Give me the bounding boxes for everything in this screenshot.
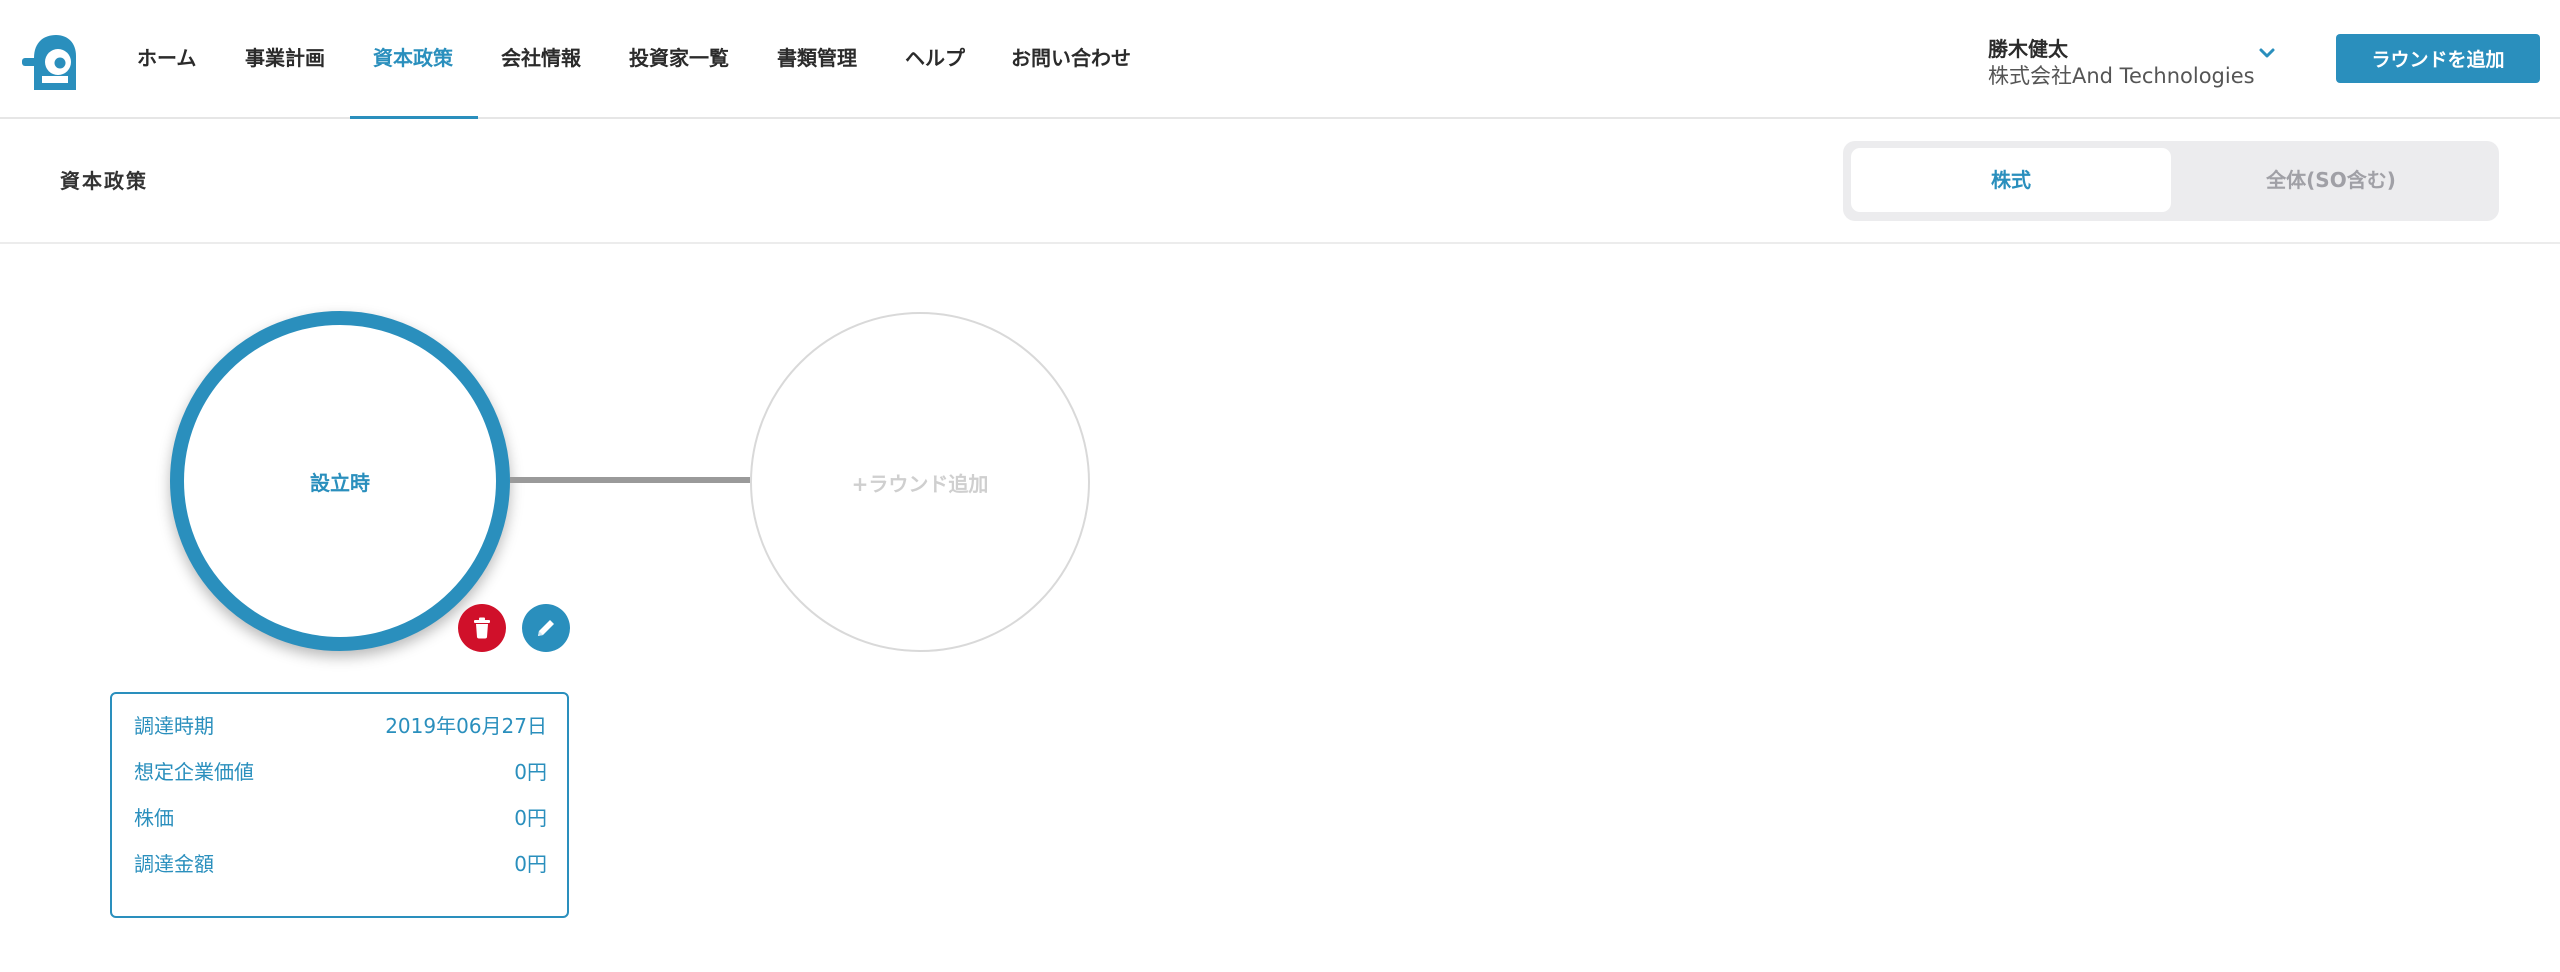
nav-home[interactable]: ホーム	[137, 0, 196, 119]
round-connector	[510, 477, 750, 483]
info-row-funding-date: 調達時期 2019年06月27日	[134, 711, 547, 741]
round-circle-founding[interactable]: 設立時	[170, 311, 510, 651]
pencil-icon	[538, 620, 554, 636]
info-row-funding-amount: 調達金額 0円	[134, 849, 547, 879]
edit-round-button[interactable]	[522, 604, 570, 652]
nav-contact[interactable]: お問い合わせ	[1011, 0, 1131, 119]
info-label: 調達金額	[134, 852, 214, 876]
info-label: 調達時期	[134, 714, 214, 738]
sub-header: 資本政策 株式 全体(SO含む)	[0, 119, 2560, 244]
info-value: 0円	[514, 760, 547, 784]
nav-business-plan[interactable]: 事業計画	[245, 0, 325, 119]
info-label: 想定企業価値	[134, 760, 254, 784]
user-menu[interactable]: 勝木健太 株式会社And Technologies	[1988, 36, 2255, 90]
info-value: 0円	[514, 806, 547, 830]
user-name: 勝木健太	[1988, 37, 2068, 61]
round-info-card: 調達時期 2019年06月27日 想定企業価値 0円 株価 0円 調達金額 0円	[110, 692, 569, 918]
info-value: 2019年06月27日	[385, 714, 547, 738]
add-round-circle[interactable]: +ラウンド追加	[750, 312, 1090, 652]
nav-capital-policy[interactable]: 資本政策	[373, 0, 453, 119]
nav-document-management[interactable]: 書類管理	[777, 0, 857, 119]
top-header: ホーム 事業計画 資本政策 会社情報 投資家一覧 書類管理 ヘルプ お問い合わせ…	[0, 0, 2560, 119]
page-title: 資本政策	[60, 169, 148, 193]
info-row-share-price: 株価 0円	[134, 803, 547, 833]
logo-icon[interactable]	[20, 32, 78, 92]
segment-stock[interactable]: 株式	[1851, 148, 2171, 212]
info-label: 株価	[134, 806, 174, 830]
add-round-button[interactable]: ラウンドを追加	[2336, 34, 2540, 83]
trash-icon	[474, 617, 490, 639]
info-value: 0円	[514, 852, 547, 876]
view-toggle: 株式 全体(SO含む)	[1843, 141, 2499, 221]
info-row-valuation: 想定企業価値 0円	[134, 757, 547, 787]
nav-help[interactable]: ヘルプ	[905, 0, 965, 119]
delete-round-button[interactable]	[458, 604, 506, 652]
chevron-down-icon[interactable]	[2258, 46, 2276, 60]
segment-all-including-so[interactable]: 全体(SO含む)	[2171, 148, 2491, 212]
nav-company-info[interactable]: 会社情報	[501, 0, 581, 119]
user-company: 株式会社And Technologies	[1988, 64, 2255, 88]
nav-investor-list[interactable]: 投資家一覧	[629, 0, 729, 119]
